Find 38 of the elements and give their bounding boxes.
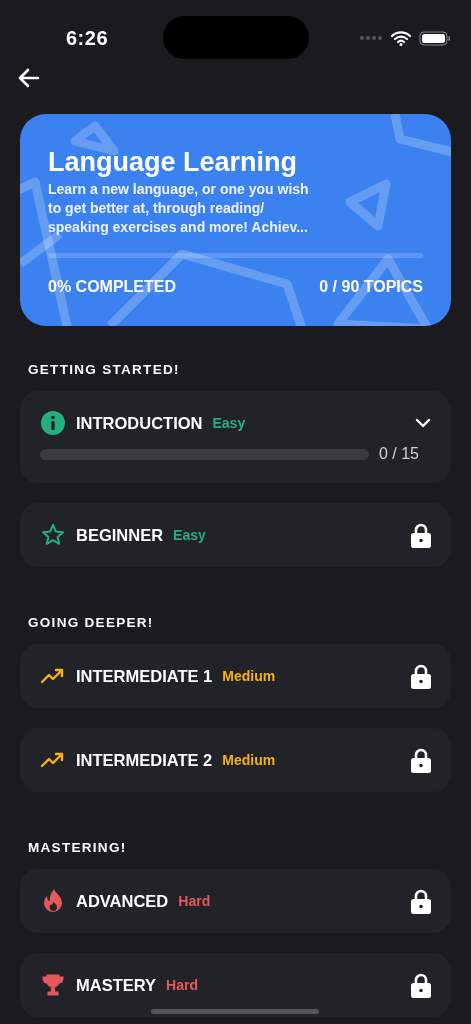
info-icon: [41, 411, 65, 435]
difficulty-label: Hard: [178, 893, 211, 909]
section-heading: GETTING STARTED!: [28, 362, 180, 377]
topics-count: 0 / 90 TOPICS: [319, 278, 423, 296]
progress-count: 0 / 15: [378, 445, 419, 463]
trending-up-icon: [41, 668, 65, 684]
section-heading: MASTERING!: [28, 840, 127, 855]
difficulty-label: Easy: [212, 415, 246, 431]
level-title: ADVANCED: [76, 891, 169, 911]
level-title: INTERMEDIATE 2: [76, 750, 213, 770]
level-card[interactable]: INTERMEDIATE 2 Medium: [20, 728, 451, 792]
trending-up-icon: [41, 752, 65, 768]
completed-label: 0% COMPLETED: [48, 278, 176, 296]
course-description: Learn a new language, or one you wish to get better at, through reading/ speaking exercises and more! Achiev...: [48, 180, 310, 237]
difficulty-label: Hard: [166, 977, 198, 993]
difficulty-label: Medium: [222, 668, 276, 684]
level-card[interactable]: MASTERY Hard: [20, 953, 451, 1017]
trophy-icon: [42, 974, 64, 996]
level-title: INTERMEDIATE 1: [76, 666, 213, 686]
chevron-icon[interactable]: [415, 418, 431, 428]
level-card[interactable]: INTRODUCTION Easy 0 / 15: [20, 391, 451, 483]
difficulty-label: Easy: [173, 527, 206, 543]
signal-icon: [359, 35, 383, 41]
course-title: Language Learning: [48, 146, 299, 178]
level-title: MASTERY: [76, 975, 157, 995]
back-arrow-icon[interactable]: [18, 68, 40, 88]
level-title: BEGINNER: [76, 525, 164, 545]
level-card[interactable]: INTERMEDIATE 1 Medium: [20, 644, 451, 708]
level-card[interactable]: BEGINNER Easy: [20, 503, 451, 567]
flame-icon: [43, 889, 63, 913]
level-card[interactable]: ADVANCED Hard: [20, 869, 451, 933]
clock-time: 6:26: [66, 26, 109, 50]
star-icon: [41, 523, 65, 547]
wifi-icon: [391, 30, 411, 46]
difficulty-label: Medium: [222, 752, 276, 768]
battery-icon: [419, 30, 451, 46]
section-heading: GOING DEEPER!: [28, 615, 154, 630]
level-title: INTRODUCTION: [76, 413, 203, 433]
